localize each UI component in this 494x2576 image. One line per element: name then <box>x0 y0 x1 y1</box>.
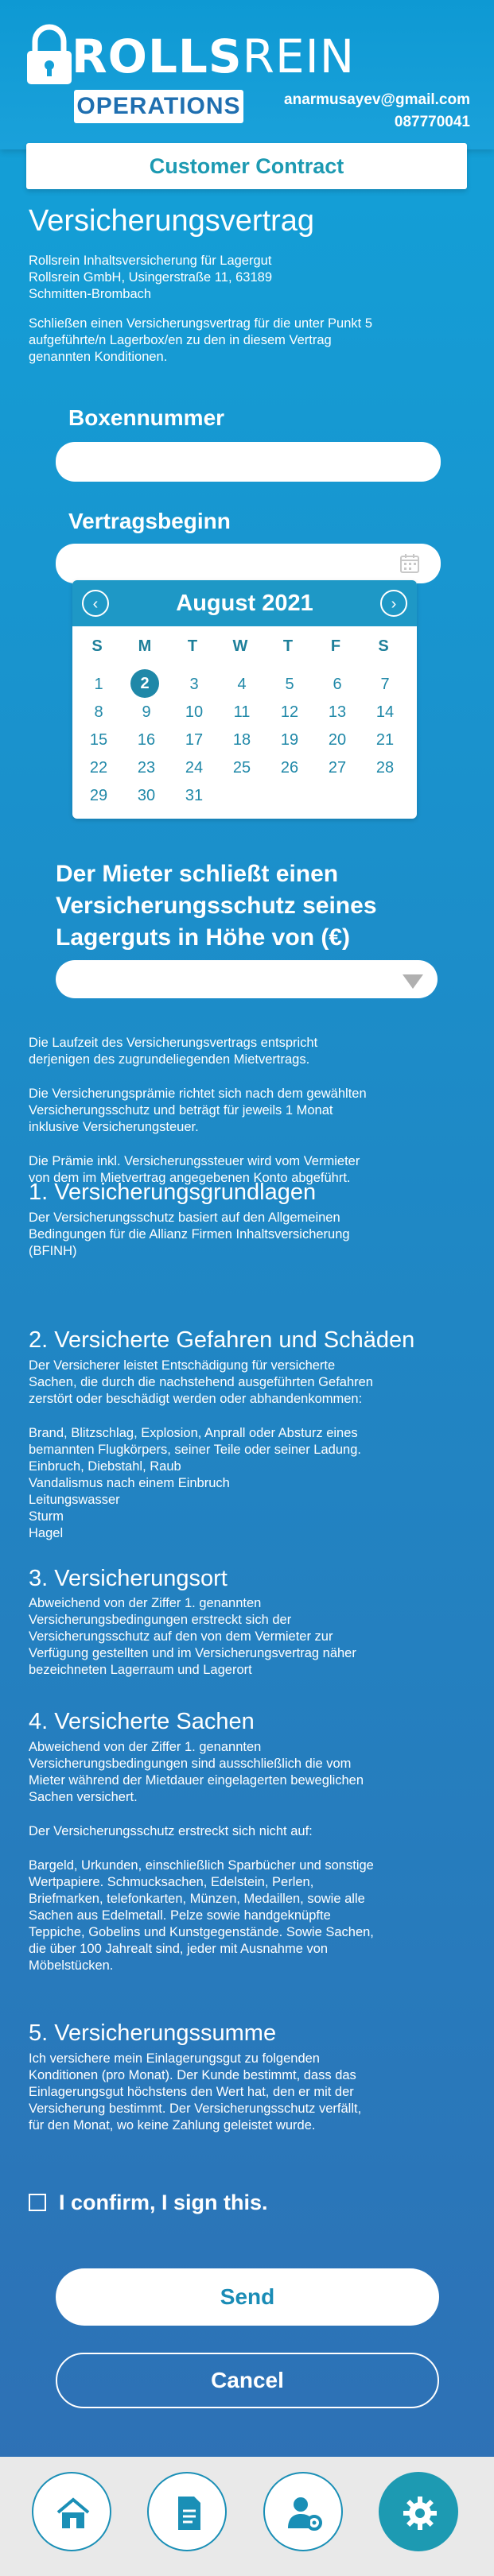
section-3-text: Abweichend von der Ziffer 1. genannten V… <box>29 1596 356 1677</box>
section-3-heading: 3. Versicherungsort <box>29 1566 228 1591</box>
weekday-label: S <box>91 637 103 655</box>
calendar-day[interactable]: 8 <box>83 703 115 722</box>
weekday-label: W <box>232 637 248 655</box>
nav-home-button[interactable] <box>32 2472 111 2551</box>
logo-wordmark: ROLLSREIN <box>72 29 356 83</box>
section-1-heading: 1. Versicherungsgrundlagen <box>29 1180 317 1205</box>
calendar-day[interactable]: 17 <box>178 731 210 750</box>
calendar-day[interactable]: 12 <box>274 703 305 722</box>
calendar-icon[interactable] <box>398 552 422 575</box>
user-email: anarmusayev@gmail.com <box>284 91 470 108</box>
calendar-month-label: August 2021 <box>176 591 313 616</box>
calendar-day[interactable]: 28 <box>369 759 401 777</box>
document-icon <box>178 2497 200 2530</box>
calendar-day[interactable]: 9 <box>130 703 162 722</box>
contract-start-input[interactable] <box>56 544 441 583</box>
calendar-day[interactable]: 22 <box>83 759 115 777</box>
calendar-day[interactable]: 16 <box>130 731 162 750</box>
section-4-heading: 4. Versicherte Sachen <box>29 1709 255 1734</box>
box-number-label: Boxennummer <box>68 405 225 430</box>
calendar-day[interactable]: 6 <box>321 676 353 694</box>
page-title-bar: Customer Contract <box>26 143 467 189</box>
calendar-day[interactable]: 18 <box>226 731 258 750</box>
box-number-input[interactable] <box>56 442 441 482</box>
weekday-label: M <box>138 637 152 655</box>
calendar-day-selected[interactable]: 2 <box>130 669 159 698</box>
section-5-heading: 5. Versicherungssumme <box>29 2020 277 2046</box>
calendar-day[interactable]: 1 <box>83 676 115 694</box>
nav-user-settings-button[interactable] <box>263 2472 343 2551</box>
weekday-label: F <box>330 637 341 655</box>
calendar-day[interactable]: 27 <box>321 759 353 777</box>
send-button[interactable]: Send <box>56 2268 439 2326</box>
calendar-day[interactable]: 4 <box>226 676 258 694</box>
calendar-day[interactable]: 30 <box>130 787 162 805</box>
calendar-day[interactable]: 5 <box>274 676 305 694</box>
coverage-amount-select[interactable] <box>56 960 438 998</box>
calendar-day[interactable]: 26 <box>274 759 305 777</box>
calendar-day[interactable]: 7 <box>369 676 401 694</box>
section-4-text: Abweichend von der Ziffer 1. genannten V… <box>29 1740 374 1973</box>
calendar-day[interactable]: 13 <box>321 703 353 722</box>
section-2-text: Der Versicherer leistet Entschädigung fü… <box>29 1358 373 1540</box>
calendar-day[interactable]: 15 <box>83 731 115 750</box>
weekday-label: T <box>187 637 198 655</box>
calendar-day[interactable]: 20 <box>321 731 353 750</box>
calendar-day[interactable]: 29 <box>83 787 115 805</box>
confirm-label[interactable]: I confirm, I sign this. <box>59 2191 268 2215</box>
calendar-day[interactable]: 11 <box>226 703 258 722</box>
calendar-day[interactable]: 21 <box>369 731 401 750</box>
section-2-heading: 2. Versicherte Gefahren und Schäden <box>29 1327 415 1353</box>
home-icon <box>56 2497 90 2528</box>
calendar-header: ‹ August 2021 › <box>72 580 417 626</box>
nav-documents-button[interactable] <box>147 2472 227 2551</box>
operations-badge: OPERATIONS <box>74 90 243 123</box>
calendar-day[interactable]: 3 <box>178 676 210 694</box>
weekday-label: S <box>378 637 389 655</box>
contract-start-label: Vertragsbeginn <box>68 509 231 533</box>
calendar-day[interactable]: 19 <box>274 731 305 750</box>
section-5-text: Ich versichere mein Einlagerungsgut zu f… <box>29 2051 362 2132</box>
cancel-button[interactable]: Cancel <box>56 2353 439 2408</box>
date-picker-calendar: ‹ August 2021 › S M T W T F S 1 2 3 4 5 6 7 8 9 10 11 12 13… <box>72 580 417 819</box>
app-header: ROLLSREIN OPERATIONS anarmusayev@gmail.c… <box>0 0 494 149</box>
contract-terms-text: Die Laufzeit des Versicherungsvertrags e… <box>29 1036 367 1185</box>
section-1-text: Der Versicherungsschutz basiert auf den … <box>29 1211 350 1258</box>
user-settings-icon <box>288 2497 322 2531</box>
nav-settings-button[interactable] <box>379 2472 458 2551</box>
weekday-label: T <box>282 637 294 655</box>
confirm-checkbox[interactable] <box>29 2194 46 2211</box>
dropdown-arrow-icon[interactable] <box>403 974 423 989</box>
gear-icon <box>403 2497 437 2530</box>
lock-logo-icon <box>27 24 72 84</box>
calendar-day[interactable]: 24 <box>178 759 210 777</box>
calendar-day[interactable]: 23 <box>130 759 162 777</box>
chevron-right-icon[interactable]: › <box>380 590 407 617</box>
calendar-day[interactable]: 25 <box>226 759 258 777</box>
calendar-day[interactable]: 14 <box>369 703 401 722</box>
calendar-day[interactable]: 31 <box>178 787 210 805</box>
page-heading: Versicherungsvertrag <box>29 204 315 238</box>
intro-text: Rollsrein Inhaltsversicherung für Lagerg… <box>29 254 372 364</box>
calendar-day[interactable]: 10 <box>178 703 210 722</box>
user-phone: 087770041 <box>394 114 470 130</box>
coverage-question: Der Mieter schließt einen Versicherungss… <box>56 861 377 951</box>
